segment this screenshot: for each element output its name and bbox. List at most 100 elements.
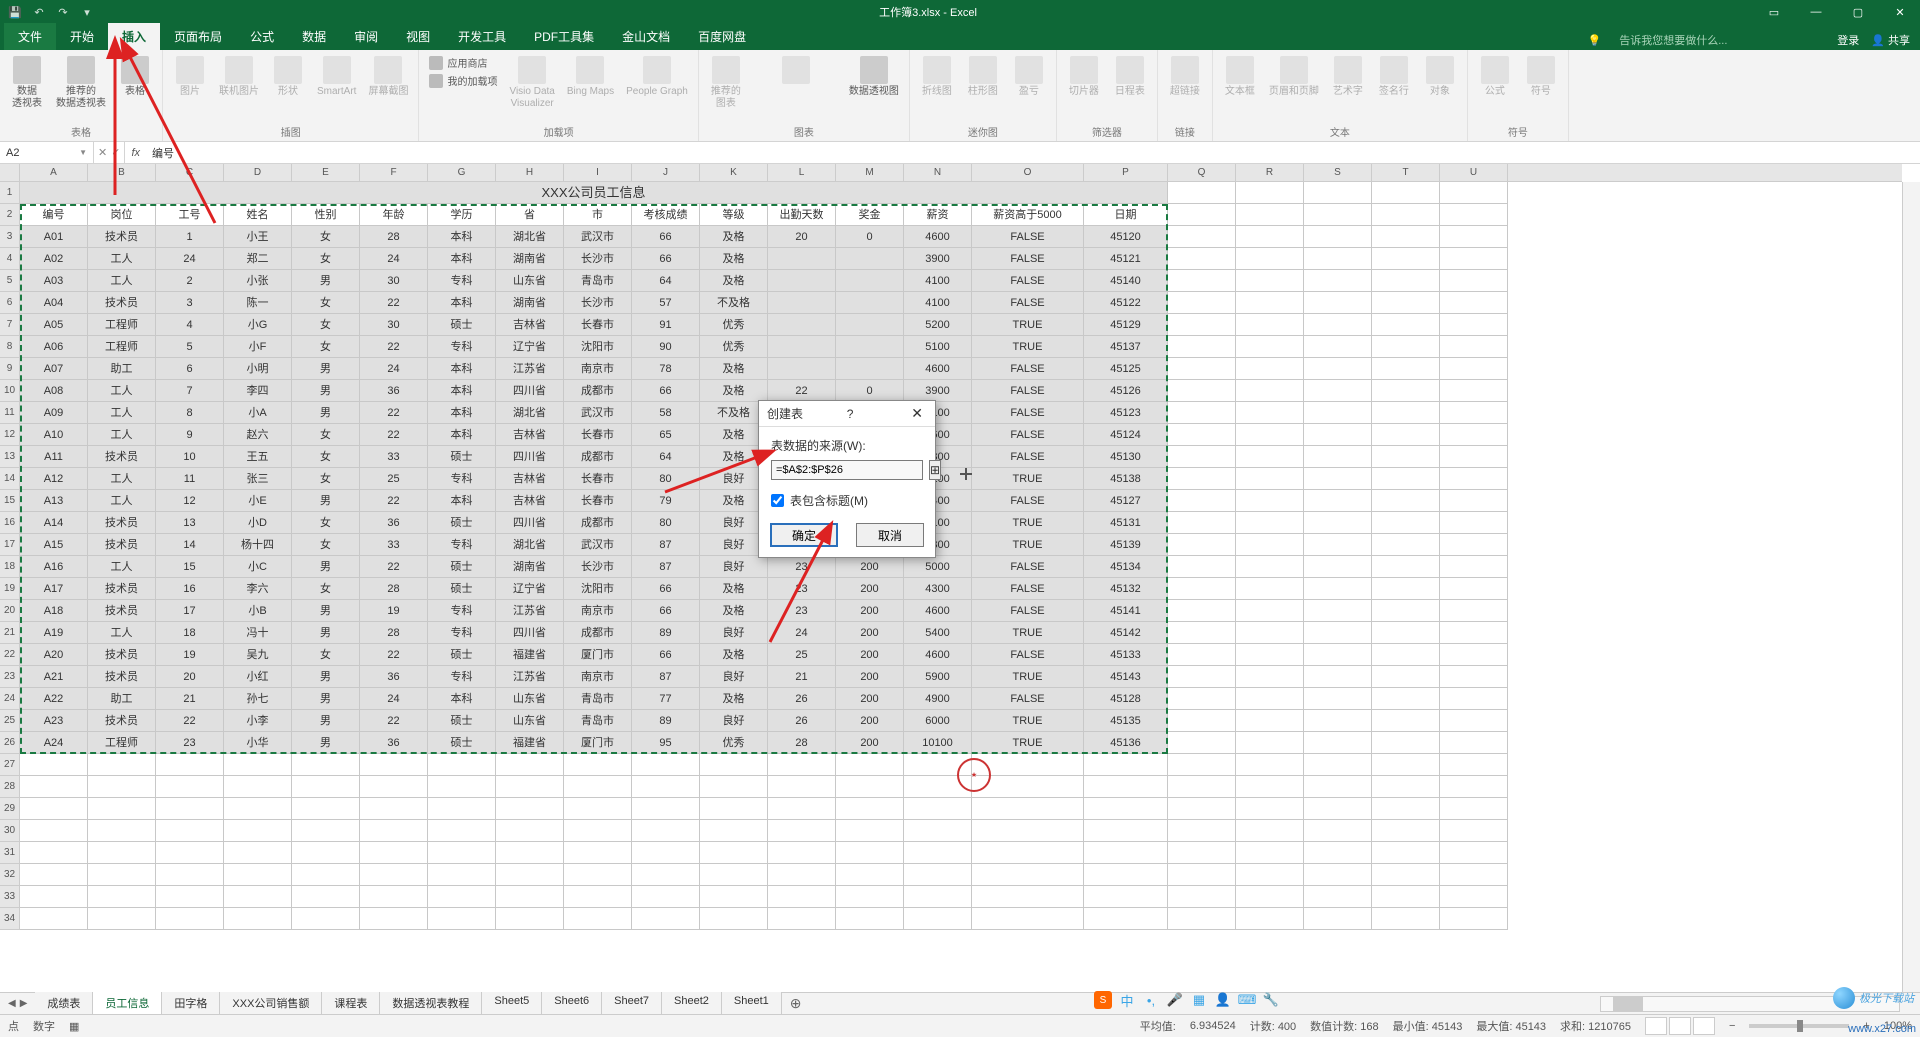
cell[interactable] xyxy=(1372,424,1440,446)
cell[interactable]: 不及格 xyxy=(700,292,768,314)
row-header-24[interactable]: 24 xyxy=(0,688,20,710)
cell[interactable] xyxy=(632,776,700,798)
cell[interactable]: A21 xyxy=(20,666,88,688)
cell[interactable] xyxy=(768,314,836,336)
cell[interactable]: 4900 xyxy=(904,688,972,710)
cell[interactable] xyxy=(1372,512,1440,534)
cell[interactable] xyxy=(1236,512,1304,534)
cell[interactable] xyxy=(224,776,292,798)
cell[interactable]: 66 xyxy=(632,248,700,270)
cell[interactable] xyxy=(1440,424,1508,446)
cell[interactable] xyxy=(1372,776,1440,798)
cell[interactable] xyxy=(496,886,564,908)
cell[interactable] xyxy=(564,798,632,820)
cell[interactable]: TRUE xyxy=(972,468,1084,490)
cell[interactable] xyxy=(1168,336,1236,358)
row-header-15[interactable]: 15 xyxy=(0,490,20,512)
cell[interactable] xyxy=(1440,380,1508,402)
cell[interactable] xyxy=(1372,710,1440,732)
cell[interactable] xyxy=(1236,336,1304,358)
cell[interactable] xyxy=(700,754,768,776)
cell[interactable]: 技术员 xyxy=(88,534,156,556)
cell[interactable]: 89 xyxy=(632,622,700,644)
cell[interactable] xyxy=(1440,490,1508,512)
cell[interactable]: TRUE xyxy=(972,666,1084,688)
cell[interactable] xyxy=(360,798,428,820)
cell[interactable] xyxy=(156,776,224,798)
cell[interactable]: 23 xyxy=(768,578,836,600)
cell[interactable] xyxy=(1440,314,1508,336)
cell[interactable] xyxy=(496,798,564,820)
cell[interactable] xyxy=(428,908,496,930)
cell[interactable]: TRUE xyxy=(972,512,1084,534)
cell[interactable]: 技术员 xyxy=(88,666,156,688)
cell[interactable]: 及格 xyxy=(700,226,768,248)
cell[interactable] xyxy=(1440,864,1508,886)
cell[interactable] xyxy=(1168,864,1236,886)
tab-开发工具[interactable]: 开发工具 xyxy=(444,23,520,50)
cell[interactable]: 26 xyxy=(768,710,836,732)
cell[interactable] xyxy=(1168,270,1236,292)
cell[interactable]: 吉林省 xyxy=(496,490,564,512)
cell[interactable] xyxy=(972,886,1084,908)
cell[interactable] xyxy=(836,820,904,842)
cell[interactable] xyxy=(1440,270,1508,292)
cell[interactable] xyxy=(1372,842,1440,864)
cell[interactable] xyxy=(1236,600,1304,622)
cell[interactable] xyxy=(1084,754,1168,776)
cell[interactable]: FALSE xyxy=(972,248,1084,270)
cell[interactable] xyxy=(1440,644,1508,666)
cell[interactable]: FALSE xyxy=(972,688,1084,710)
cell[interactable]: FALSE xyxy=(972,556,1084,578)
cell[interactable] xyxy=(1372,314,1440,336)
cell[interactable] xyxy=(428,864,496,886)
cell[interactable] xyxy=(1236,688,1304,710)
cell[interactable]: 男 xyxy=(292,732,360,754)
cell[interactable]: 江苏省 xyxy=(496,600,564,622)
cell[interactable]: 山东省 xyxy=(496,688,564,710)
cell[interactable]: A19 xyxy=(20,622,88,644)
cell[interactable]: 硕士 xyxy=(428,512,496,534)
cell[interactable] xyxy=(1304,292,1372,314)
cell[interactable]: 45135 xyxy=(1084,710,1168,732)
row-header-29[interactable]: 29 xyxy=(0,798,20,820)
cell[interactable]: 工程师 xyxy=(88,732,156,754)
cell[interactable]: 南京市 xyxy=(564,358,632,380)
cell[interactable]: TRUE xyxy=(972,336,1084,358)
cell[interactable] xyxy=(1168,666,1236,688)
cell[interactable]: 36 xyxy=(360,732,428,754)
row-header-34[interactable]: 34 xyxy=(0,908,20,930)
cell[interactable] xyxy=(428,886,496,908)
cell[interactable] xyxy=(428,820,496,842)
cell[interactable]: 硕士 xyxy=(428,556,496,578)
cell[interactable]: 福建省 xyxy=(496,732,564,754)
cell[interactable]: 64 xyxy=(632,446,700,468)
cell[interactable]: 市 xyxy=(564,204,632,226)
cell[interactable] xyxy=(1372,336,1440,358)
cell[interactable] xyxy=(836,842,904,864)
cell[interactable]: 女 xyxy=(292,446,360,468)
row-header-33[interactable]: 33 xyxy=(0,886,20,908)
cell[interactable]: 硕士 xyxy=(428,732,496,754)
cell[interactable] xyxy=(564,842,632,864)
cell[interactable]: 技术员 xyxy=(88,578,156,600)
row-header-23[interactable]: 23 xyxy=(0,666,20,688)
cell[interactable] xyxy=(1304,644,1372,666)
cell[interactable]: 厦门市 xyxy=(564,732,632,754)
cell[interactable]: 工人 xyxy=(88,270,156,292)
cell[interactable] xyxy=(1304,688,1372,710)
sheet-tab-Sheet1[interactable]: Sheet1 xyxy=(722,992,782,1016)
spreadsheet[interactable]: ABCDEFGHIJKLMNOPQRSTU 123456789101112131… xyxy=(0,164,1920,1014)
headers-checkbox-row[interactable]: 表包含标题(M) xyxy=(771,492,923,509)
col-header-P[interactable]: P xyxy=(1084,164,1168,181)
cell[interactable]: 四川省 xyxy=(496,512,564,534)
cell[interactable] xyxy=(1236,424,1304,446)
cell[interactable] xyxy=(1440,292,1508,314)
cell[interactable]: FALSE xyxy=(972,600,1084,622)
cell[interactable]: 45120 xyxy=(1084,226,1168,248)
cell[interactable] xyxy=(1236,578,1304,600)
cell[interactable] xyxy=(1440,798,1508,820)
col-header-J[interactable]: J xyxy=(632,164,700,181)
cell[interactable]: 湖北省 xyxy=(496,402,564,424)
cell[interactable] xyxy=(768,292,836,314)
